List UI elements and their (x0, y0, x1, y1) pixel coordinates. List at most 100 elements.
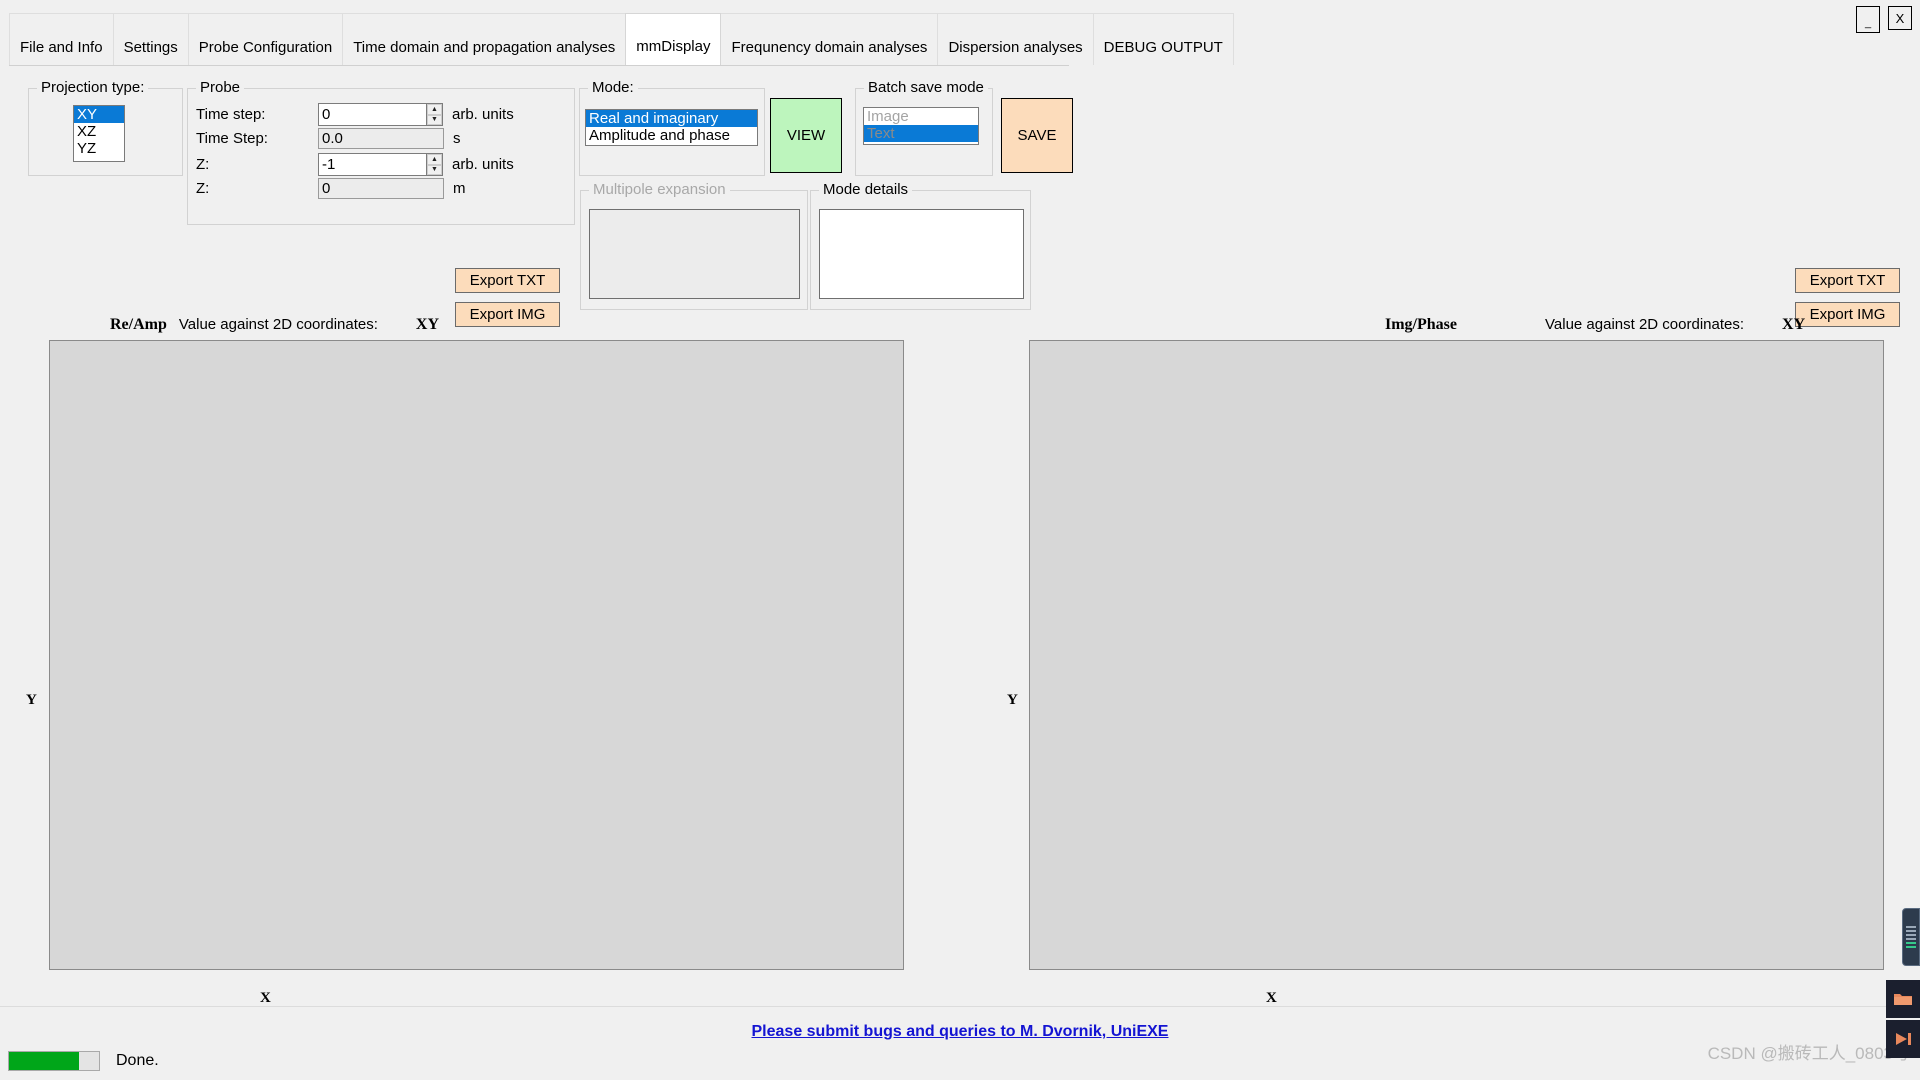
view-button[interactable]: VIEW (770, 98, 842, 173)
chevron-up-icon[interactable]: ▲ (427, 154, 442, 165)
mode-legend: Mode: (588, 79, 638, 96)
probe-legend: Probe (196, 79, 245, 96)
right-export-txt-button[interactable]: Export TXT (1795, 268, 1900, 293)
meter-bar-icon (1906, 926, 1916, 928)
probe-field-label: Z: (196, 180, 210, 197)
status-bar: Done. (0, 1042, 1920, 1080)
batch-save-mode-listbox[interactable]: Image Text (863, 107, 979, 145)
left-plot-canvas[interactable] (49, 340, 904, 970)
probe-field-stepper[interactable]: ▲▼ (318, 153, 443, 176)
tab-dispersion-analyses[interactable]: Dispersion analyses (937, 13, 1094, 65)
meter-bar-icon (1906, 930, 1916, 932)
batch-save-mode-legend: Batch save mode (864, 79, 988, 96)
window-controls: _ X (1856, 6, 1912, 33)
right-plot-header: Img/Phase Value against 2D coordinates: … (1385, 316, 1805, 334)
tab-label: Probe Configuration (198, 39, 333, 56)
right-plot-caption: Value against 2D coordinates: (1545, 316, 1745, 333)
bug-report-link[interactable]: Please submit bugs and queries to M. Dvo… (0, 1023, 1920, 1041)
save-button[interactable]: SAVE (1001, 98, 1073, 173)
right-plot-component: Img/Phase (1385, 316, 1457, 333)
right-plot-y-axis-label: Y (1007, 692, 1018, 708)
left-plot-component: Re/Amp (110, 316, 167, 333)
tab-probe-configuration[interactable]: Probe Configuration (187, 13, 344, 65)
probe-group: Probe Time step:▲▼arb. unitsTime Step:sZ… (187, 79, 575, 225)
close-button[interactable]: X (1888, 6, 1912, 30)
chevron-down-icon[interactable]: ▼ (427, 164, 442, 175)
media-shortcut-button[interactable] (1886, 1020, 1920, 1058)
probe-field-input[interactable] (318, 103, 426, 126)
status-message: Done. (116, 1052, 159, 1069)
probe-field-readonly-value (318, 178, 444, 199)
mode-group: Mode: Real and imaginary Amplitude and ph… (579, 79, 765, 176)
tab-time-domain-and-propagation-analyses[interactable]: Time domain and propagation analyses (342, 13, 627, 65)
probe-field-input[interactable] (318, 153, 426, 176)
tab-label: Dispersion analyses (948, 39, 1083, 56)
probe-field-row: Time step: ▲▼ arb. units (196, 103, 514, 126)
tab-label: mmDisplay (636, 38, 711, 55)
tab-file-and-info[interactable]: File and Info (9, 13, 114, 65)
tab-label: Time domain and propagation analyses (353, 39, 616, 56)
probe-field-row: Z: m (196, 178, 466, 199)
multipole-expansion-legend: Multipole expansion (589, 181, 730, 198)
mode-details-legend: Mode details (819, 181, 913, 198)
batch-save-option-text[interactable]: Text (864, 125, 978, 142)
left-export-txt-label: Export TXT (469, 272, 546, 289)
tab-strip: File and Info Settings Probe Configuration… (9, 13, 1234, 66)
mode-details-textarea[interactable] (819, 209, 1024, 299)
projection-type-listbox[interactable]: XY XZ YZ (73, 105, 125, 162)
batch-save-option-image[interactable]: Image (864, 108, 978, 125)
meter-bar-icon (1906, 934, 1916, 936)
meter-bar-active-icon (1906, 942, 1916, 944)
right-export-txt-label: Export TXT (1809, 272, 1886, 289)
tab-label: File and Info (20, 39, 103, 56)
left-plot-caption: Value against 2D coordinates: (178, 316, 378, 333)
minimize-button[interactable]: _ (1856, 6, 1880, 33)
play-media-icon (1896, 1033, 1911, 1045)
progress-bar-fill (9, 1052, 80, 1070)
chevron-up-icon[interactable]: ▲ (427, 104, 442, 115)
tab-frequnency-domain-analyses[interactable]: Frequnency domain analyses (720, 13, 939, 65)
projection-option-yz[interactable]: YZ (74, 140, 124, 157)
left-export-img-button[interactable]: Export IMG (455, 302, 560, 327)
mode-option-real-and-imaginary[interactable]: Real and imaginary (586, 110, 757, 127)
tab-label: DEBUG OUTPUT (1103, 39, 1223, 56)
mode-option-amplitude-and-phase[interactable]: Amplitude and phase (586, 127, 757, 144)
progress-bar (8, 1051, 100, 1071)
left-plot-projection: XY (415, 316, 440, 333)
tab-settings[interactable]: Settings (112, 13, 189, 65)
batch-save-mode-group: Batch save mode Image Text (855, 79, 993, 176)
projection-option-xy[interactable]: XY (74, 106, 124, 123)
left-plot-x-axis-label: X (260, 990, 271, 1006)
left-plot-y-axis-label: Y (26, 692, 37, 708)
right-plot-x-axis-label: X (1266, 990, 1277, 1006)
meter-bar-icon (1906, 938, 1916, 940)
right-plot-projection: XY (1782, 316, 1806, 333)
spinner-buttons[interactable]: ▲ ▼ (426, 153, 443, 176)
multipole-expansion-textarea[interactable] (589, 209, 800, 299)
left-plot-header: Re/Amp Value against 2D coordinates: XY (110, 316, 460, 334)
projection-type-group: Projection type: XY XZ YZ (28, 79, 183, 176)
left-export-txt-button[interactable]: Export TXT (455, 268, 560, 293)
tab-mmdisplay[interactable]: mmDisplay (625, 13, 722, 65)
folder-icon (1894, 994, 1912, 1005)
probe-field-row: Z: ▲▼ arb. units (196, 153, 514, 176)
watermark-text: CSDN @搬砖工人_0803号 (1707, 1044, 1910, 1063)
projection-option-xz[interactable]: XZ (74, 123, 124, 140)
sidebar-meter-widget[interactable] (1902, 908, 1920, 966)
right-export-img-label: Export IMG (1809, 306, 1886, 323)
mode-listbox[interactable]: Real and imaginary Amplitude and phase (585, 109, 758, 146)
multipole-expansion-group: Multipole expansion (580, 181, 808, 310)
chevron-down-icon[interactable]: ▼ (427, 114, 442, 125)
save-button-label: SAVE (1017, 127, 1057, 144)
probe-field-unit: arb. units (452, 106, 514, 123)
tab-label: Frequnency domain analyses (731, 39, 928, 56)
probe-field-row: Time Step: s (196, 128, 461, 149)
right-plot-canvas[interactable] (1029, 340, 1884, 970)
tab-debug-output[interactable]: DEBUG OUTPUT (1092, 13, 1234, 65)
view-button-label: VIEW (786, 127, 826, 144)
folder-shortcut-button[interactable] (1886, 980, 1920, 1018)
probe-field-stepper[interactable]: ▲▼ (318, 103, 443, 126)
right-export-img-button[interactable]: Export IMG (1795, 302, 1900, 327)
spinner-buttons[interactable]: ▲ ▼ (426, 103, 443, 126)
probe-field-label: Z: (196, 156, 210, 173)
